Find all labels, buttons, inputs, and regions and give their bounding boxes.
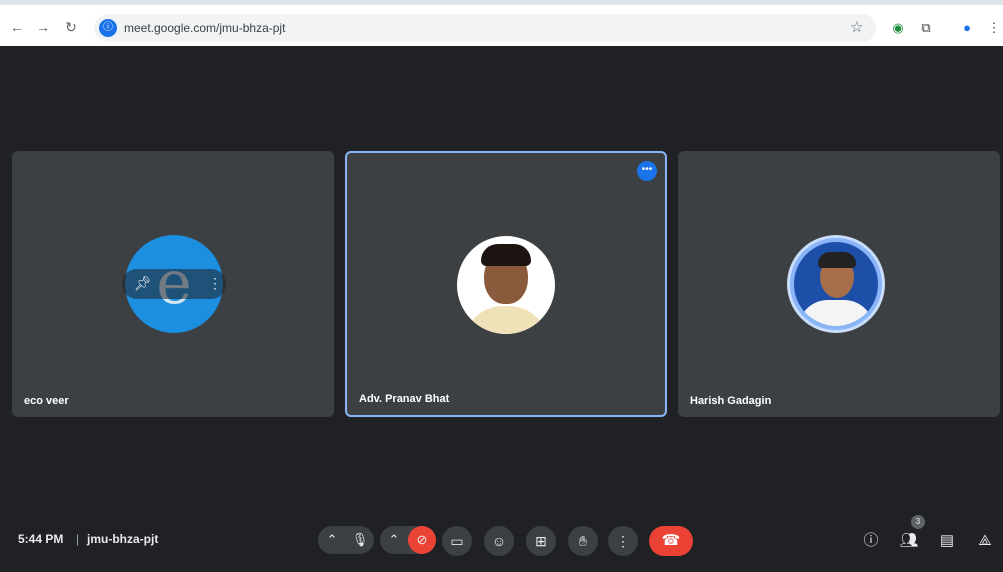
raise-hand-icon[interactable]: ✋︎ <box>568 526 598 556</box>
camera-off-icon[interactable]: ⊘ <box>408 526 436 554</box>
kebab-menu-icon[interactable]: ⋮ <box>984 18 1003 38</box>
microphone-control: ⌃ 🎙︎ <box>318 526 374 554</box>
pin-icon[interactable]: 📌︎ <box>134 275 152 292</box>
chat-icon[interactable]: ▤ <box>936 530 958 552</box>
more-options-icon[interactable]: ⋮ <box>208 275 222 292</box>
url-text[interactable]: meet.google.com/jmu-bhza-pjt <box>124 21 285 35</box>
more-options-icon[interactable]: ••• <box>637 161 657 181</box>
present-screen-icon[interactable]: ⊞ <box>526 526 556 556</box>
tile-hover-controls: 📌︎ ⋮ <box>122 269 226 299</box>
participant-tile-harish-gadagin[interactable]: Harish Gadagin <box>678 151 1000 417</box>
extension-icon[interactable]: ◉ <box>888 18 908 38</box>
activities-icon[interactable]: ⟁ <box>974 530 996 552</box>
microphone-icon[interactable]: 🎙︎ <box>346 526 374 554</box>
reload-icon[interactable]: ↻ <box>62 18 80 36</box>
emoji-reaction-icon[interactable]: ☺ <box>484 526 514 556</box>
audio-options-chevron-icon[interactable]: ⌃ <box>318 526 346 554</box>
participant-name: Adv. Pranav Bhat <box>359 393 450 405</box>
participant-name: eco veer <box>24 395 69 407</box>
camera-control: ⌃ ⊘ <box>380 526 436 554</box>
profile-avatar-icon[interactable]: ● <box>957 18 977 38</box>
address-bar[interactable]: ⓘ meet.google.com/jmu-bhza-pjt ☆ <box>94 14 876 42</box>
separator: | <box>76 532 80 546</box>
meeting-controls-bar: 5:44 PM | jmu-bhza-pjt ⌃ 🎙︎ ⌃ ⊘ ▭ ☺ ⊞ ✋︎ ⋮… <box>0 518 1003 572</box>
more-options-icon[interactable]: ⋮ <box>608 526 638 556</box>
bookmark-star-icon[interactable]: ☆ <box>850 18 863 36</box>
captions-icon[interactable]: ▭ <box>442 526 472 556</box>
forward-arrow-icon[interactable]: → <box>34 18 52 36</box>
meeting-code: jmu-bhza-pjt <box>87 532 159 546</box>
video-options-chevron-icon[interactable]: ⌃ <box>380 526 408 554</box>
participant-tile-pranav-bhat[interactable]: ••• Adv. Pranav Bhat <box>345 151 667 417</box>
puzzle-icon[interactable]: ⧉ <box>916 18 936 38</box>
participant-tile-eco-veer[interactable]: e 📌︎ ⋮ eco veer <box>12 151 334 417</box>
participant-name: Harish Gadagin <box>690 395 772 407</box>
back-arrow-icon[interactable]: ← <box>8 18 26 36</box>
people-icon[interactable]: 👥︎ <box>898 530 920 552</box>
profile-photo <box>457 236 555 334</box>
people-count-badge: 3 <box>911 515 925 529</box>
end-call-button[interactable]: ☎︎ <box>649 526 693 556</box>
profile-photo-speaking <box>790 238 882 330</box>
site-info-icon[interactable]: ⓘ <box>99 19 117 37</box>
meeting-info-icon[interactable]: ⓘ <box>860 530 882 552</box>
meeting-time: 5:44 PM <box>18 532 64 546</box>
browser-toolbar: ← → ↻ ⓘ meet.google.com/jmu-bhza-pjt ☆ ◉… <box>0 0 1003 46</box>
